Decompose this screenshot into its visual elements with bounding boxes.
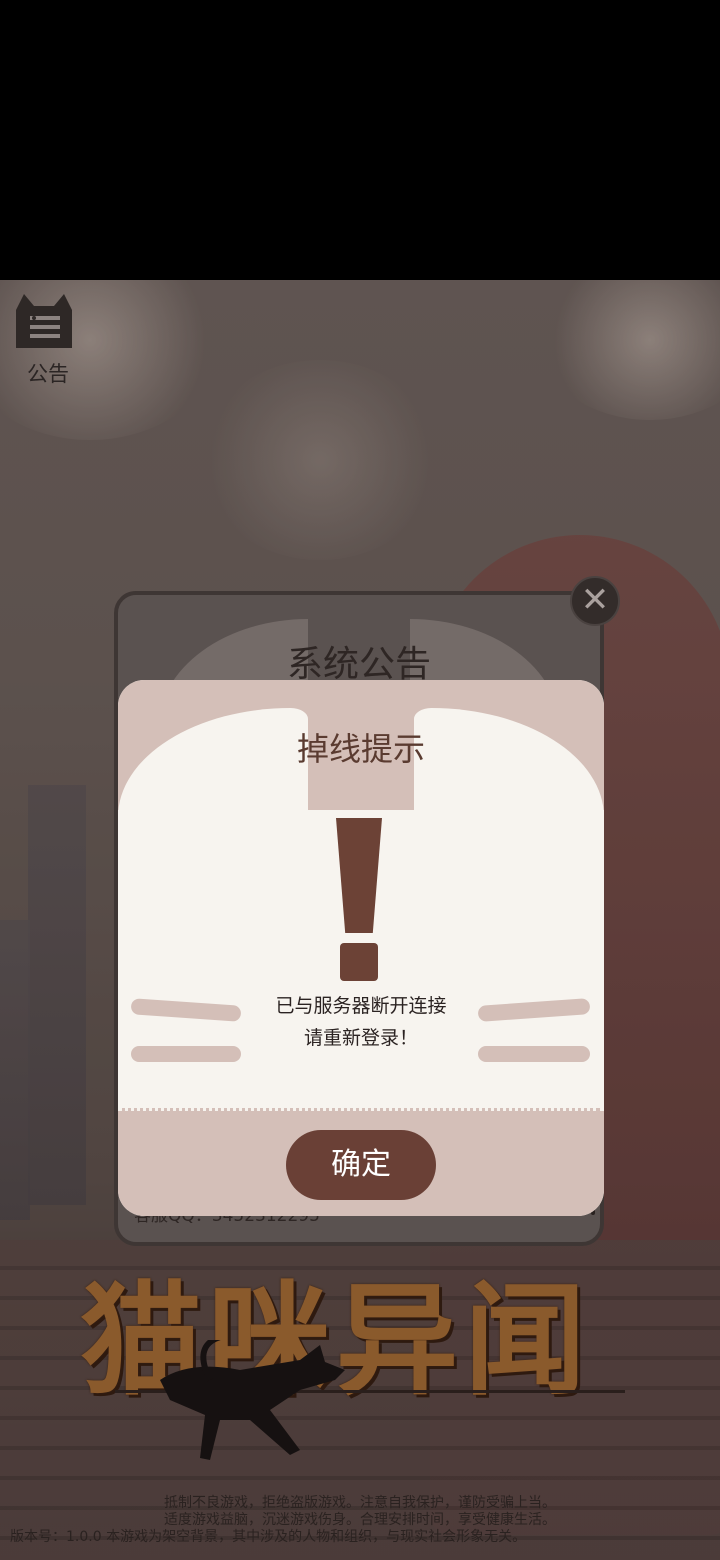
notice-label: 公告 — [27, 362, 69, 386]
dotted-divider — [118, 1108, 604, 1111]
cat-menu-icon — [16, 294, 72, 348]
dialog-message-line-1: 已与服务器断开连接 — [275, 995, 447, 1017]
screen: 公告 猫咪异闻 抵制不良游戏，拒绝盗版游戏。注意自我保护，谨防受骗上当。 适度游… — [0, 0, 720, 1560]
exclamation-bar — [336, 818, 382, 933]
top-black-bar — [0, 0, 720, 280]
footer: 抵制不良游戏，拒绝盗版游戏。注意自我保护，谨防受骗上当。 适度游戏益脑，沉迷游戏… — [0, 1495, 720, 1546]
footer-line-3: 版本号：1.0.0 本游戏为架空背景，其中涉及的人物和组织，与现实社会形象无关。 — [10, 1529, 527, 1545]
dialog-message-line-2: 请重新登录！ — [303, 1027, 418, 1049]
footer-line-2: 适度游戏益脑，沉迷游戏伤身。合理安排时间，享受健康生活。 — [164, 1512, 556, 1528]
disconnect-dialog: 掉线提示 已与服务器断开连接 请重新登录！ 确定 — [118, 680, 604, 1216]
exclamation-dot — [340, 943, 378, 981]
game-area: 公告 猫咪异闻 抵制不良游戏，拒绝盗版游戏。注意自我保护，谨防受骗上当。 适度游… — [0, 280, 720, 1560]
dialog-title: 掉线提示 — [296, 730, 425, 768]
dialog-message: 已与服务器断开连接 请重新登录！ — [118, 990, 604, 1054]
confirm-button[interactable]: 确定 — [286, 1130, 436, 1200]
exclamation-icon — [336, 818, 382, 983]
close-button[interactable]: ✕ — [570, 576, 620, 626]
notice-button[interactable]: 公告 — [10, 286, 86, 386]
close-icon: ✕ — [580, 580, 610, 620]
cat-silhouette-icon — [160, 1340, 345, 1460]
footer-line-1: 抵制不良游戏，拒绝盗版游戏。注意自我保护，谨防受骗上当。 — [164, 1495, 556, 1511]
